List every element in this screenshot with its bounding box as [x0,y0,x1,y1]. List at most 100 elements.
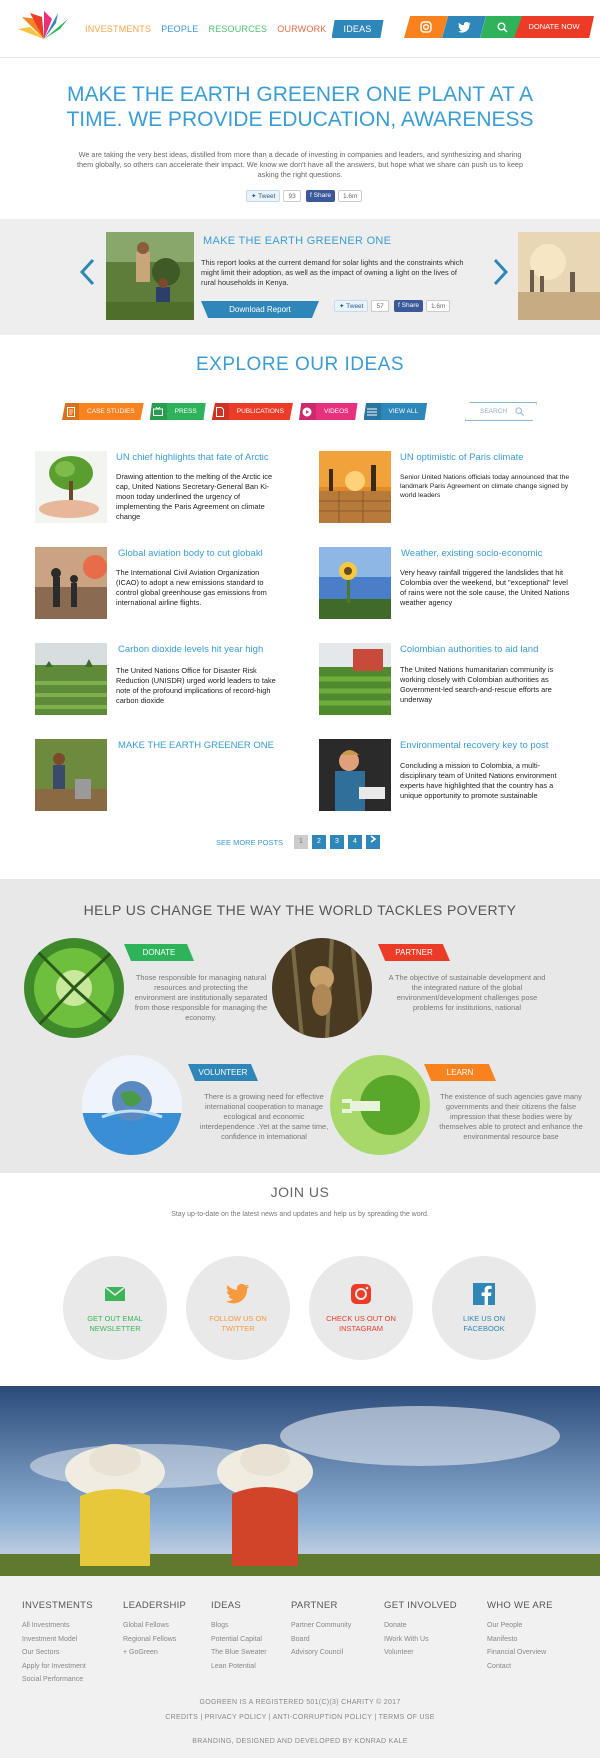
slider-farmer-image [106,232,194,320]
filter-publications[interactable]: PUBLICATIONS [211,403,293,420]
footer-link[interactable]: Blogs [211,1619,267,1633]
nav-ideas[interactable]: IDEAS [331,20,384,38]
hero-share-bar: ✦ Tweet 93 [246,190,301,202]
footer-link[interactable]: All Investments [22,1619,93,1633]
post-image-garden [35,643,107,715]
page-3[interactable]: 3 [330,835,344,849]
join-subtitle: Stay up-to-date on the latest news and u… [171,1211,429,1218]
footer-link[interactable]: Lean Potential [211,1660,267,1674]
footer-link[interactable]: Manifesto [487,1633,553,1647]
donate-text: Those responsible for managing natural r… [134,973,268,1022]
slider-share-label: Share [401,302,419,309]
instagram-label: CHECK US OUT ON INSTAGRAM [326,1314,396,1333]
nav-people[interactable]: PEOPLE [156,20,203,38]
nav-ourwork[interactable]: OURWORK [272,20,331,38]
donate-image-forest [24,938,124,1038]
tweet-button[interactable]: ✦ Tweet [246,190,281,202]
instagram-icon [420,21,432,33]
filter-view-all[interactable]: VIEW ALL [363,403,428,420]
post-title[interactable]: Carbon dioxide levels hit year high [118,644,263,655]
nav-resources[interactable]: RESOURCES [203,20,272,38]
volunteer-tag[interactable]: VOLUNTEER [188,1064,258,1081]
logo-icon[interactable] [16,11,72,41]
page: INVESTMENTS PEOPLE RESOURCES OURWORK IDE… [0,0,600,1758]
footer-legal-links[interactable]: CREDITS | PRIVACY POLICY | ANTI-CORRUPTI… [0,1714,600,1721]
page-1[interactable]: 1 [294,835,308,849]
footer-link[interactable]: + GoGreen [123,1646,186,1660]
footer-link[interactable]: Contact [487,1660,553,1674]
slider-next-arrow-icon[interactable] [492,257,510,287]
main-nav: INVESTMENTS PEOPLE RESOURCES OURWORK IDE… [80,20,384,38]
twitter-icon [457,21,470,33]
footer-link[interactable]: Investment Model [22,1633,93,1647]
post-title[interactable]: Weather, existing socio-economic [401,548,542,559]
twitter-label: FOLLOW US ON TWITTER [209,1314,267,1333]
page-4[interactable]: 4 [348,835,362,849]
footer-link[interactable]: Volunteer [384,1646,457,1660]
footer-col-leadership: LEADERSHIP Global Fellows Regional Fello… [123,1600,186,1660]
twitter-button[interactable] [442,16,486,38]
facebook-label: LIKE US ON FACEBOOK [462,1314,506,1333]
download-report-button[interactable]: Download Report [201,301,319,318]
learn-tag[interactable]: LEARN [424,1064,496,1081]
post-image-sunset [319,451,391,523]
instagram-circle[interactable]: CHECK US OUT ON INSTAGRAM [309,1256,413,1360]
post-title[interactable]: MAKE THE EARTH GREENER ONE [118,740,274,751]
facebook-circle[interactable]: LIKE US ON FACEBOOK [432,1256,536,1360]
filter-case-studies[interactable]: CASE STUDIES [62,403,144,420]
tv-icon [149,403,167,420]
footer-link[interactable]: Board [291,1633,351,1647]
footer-link[interactable]: Global Fellows [123,1619,186,1633]
instagram-button[interactable] [404,16,448,38]
footer-link[interactable]: Regional Fellows [123,1633,186,1647]
document-icon [62,403,79,420]
tweet-count: 93 [283,190,301,202]
post-title[interactable]: Environmental recovery key to post [400,740,548,751]
slider-tweet-button[interactable]: ✦ Tweet [334,300,369,312]
page-2[interactable]: 2 [312,835,326,849]
post-title[interactable]: Global aviation body to cut globakl [118,548,263,559]
footer-link[interactable]: Potential Capital [211,1633,267,1647]
footer-link[interactable]: IWork With Us [384,1633,457,1647]
slider-prev-arrow-icon[interactable] [78,257,96,287]
post-text: The United Nations humanitarian communit… [400,665,554,704]
donate-now-button[interactable]: DONATE NOW [514,16,594,38]
footer-link[interactable]: Apply for Investment [22,1660,93,1674]
newsletter-circle[interactable]: GET OUT EMAL NEWSLETTER [63,1256,167,1360]
twitter-circle[interactable]: FOLLOW US ON TWITTER [186,1256,290,1360]
list-icon [363,403,381,420]
post-text: Concluding a mission to Colombia, a mult… [400,761,557,800]
filter-press[interactable]: PRESS [149,403,206,420]
post-title[interactable]: UN chief highlights that fate of Arctic [116,452,269,463]
search-input[interactable]: SEARCH [465,402,537,421]
footer-link[interactable]: Donate [384,1619,457,1633]
footer-link[interactable]: Financial Overview [487,1646,553,1660]
footer-link[interactable]: Advisory Council [291,1646,351,1660]
partner-text: A The objective of sustainable developme… [388,973,546,1012]
post-text: The United Nations Office for Disaster R… [116,666,276,705]
nav-investments[interactable]: INVESTMENTS [80,20,156,38]
post-image-worker [35,739,107,811]
post-title[interactable]: UN optimistic of Paris climate [400,452,524,463]
slider-share-bar: ✦ Tweet 57 [334,300,389,312]
slider-fb-share-button[interactable]: f Share [394,300,423,312]
post-text: The International Civil Aviation Organiz… [116,568,267,607]
help-title: HELP US CHANGE THE WAY THE WORLD TACKLES… [83,902,517,918]
slider-title: MAKE THE EARTH GREENER ONE [203,235,392,247]
footer-link[interactable]: Our People [487,1619,553,1633]
footer-link[interactable]: The Blue Sweater [211,1646,267,1660]
partner-tag[interactable]: PARTNER [378,944,450,961]
footer-link[interactable]: Partner Community [291,1619,351,1633]
footer-link[interactable]: Social Performance [22,1673,93,1687]
next-page-button[interactable] [366,835,380,849]
see-more-posts-link[interactable]: SEE MORE POSTS [216,835,283,849]
publication-icon [211,403,229,420]
donate-tag[interactable]: DONATE [124,944,194,961]
footer-heading: GET INVOLVED [384,1600,457,1611]
pagination: 1 2 3 4 [294,835,384,849]
footer-link[interactable]: Our Sectors [22,1646,93,1660]
filter-videos[interactable]: VIDEOS [298,403,358,420]
post-image-houses [319,643,391,715]
fb-share-button[interactable]: f Share [306,190,335,202]
post-title[interactable]: Colombian authorities to aid land [400,644,538,655]
